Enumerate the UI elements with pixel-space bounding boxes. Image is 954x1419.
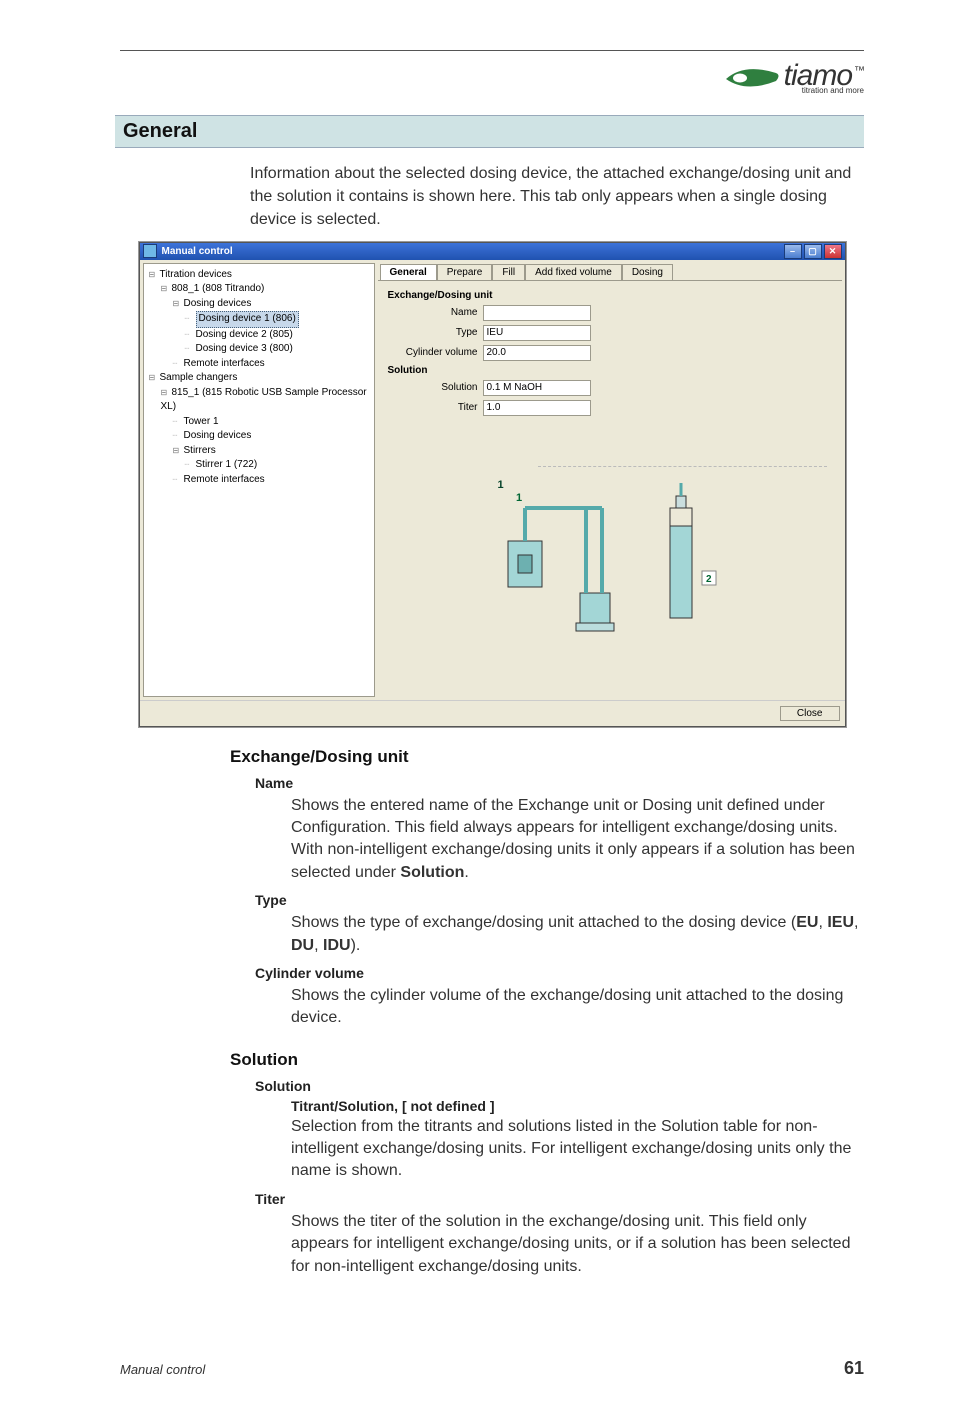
tab-prepare[interactable]: Prepare — [437, 264, 493, 281]
def-solution-sub: Titrant/Solution, [ not defined ] — [291, 1098, 864, 1114]
def-name-body: Shows the entered name of the Exchange u… — [291, 795, 864, 885]
header-rule — [120, 50, 864, 51]
tree-node[interactable]: Dosing devices — [149, 297, 372, 312]
window-titlebar: Manual control – ▢ ✕ — [140, 243, 845, 260]
def-titer-label: Titer — [255, 1191, 864, 1207]
field-cyl-label: Cylinder volume — [388, 347, 483, 358]
tree-node[interactable]: Stirrers — [149, 444, 372, 459]
logo-tm: ™ — [854, 65, 864, 77]
device-tree-panel: Titration devices 808_1 (808 Titrando) D… — [143, 263, 375, 697]
field-name-label: Name — [388, 307, 483, 318]
diagram-label-1: 1 — [498, 479, 504, 491]
window-title: Manual control — [162, 246, 233, 257]
def-solution-label: Solution — [255, 1078, 864, 1094]
maximize-button[interactable]: ▢ — [804, 244, 822, 259]
svg-text:2: 2 — [706, 574, 712, 585]
def-type-label: Type — [255, 892, 864, 908]
footer-page-number: 61 — [844, 1358, 864, 1379]
svg-text:1: 1 — [516, 492, 522, 504]
dosing-diagram: 1 2 — [388, 473, 832, 653]
tab-general[interactable]: General — [380, 264, 437, 281]
field-type-label: Type — [388, 327, 483, 338]
group-solution-title: Solution — [388, 365, 832, 376]
field-solution-label: Solution — [388, 382, 483, 393]
tree-leaf-selected[interactable]: Dosing device 1 (806) — [149, 311, 372, 328]
close-button[interactable]: Close — [780, 706, 840, 721]
def-titer-body: Shows the titer of the solution in the e… — [291, 1211, 864, 1278]
logo-row: tiamo™ titration and more — [120, 61, 864, 97]
solution-heading: Solution — [230, 1050, 864, 1070]
close-window-button[interactable]: ✕ — [824, 244, 842, 259]
tab-fill[interactable]: Fill — [492, 264, 525, 281]
def-cyl-body: Shows the cylinder volume of the exchang… — [291, 985, 864, 1030]
manual-control-window: Manual control – ▢ ✕ Titration devices 8… — [139, 242, 846, 727]
tree-leaf[interactable]: Remote interfaces — [149, 473, 372, 488]
field-cyl-value: 20.0 — [483, 345, 591, 361]
def-solution-body: Selection from the titrants and solution… — [291, 1116, 864, 1183]
tree-leaf[interactable]: Dosing device 3 (800) — [149, 342, 372, 357]
tree-leaf[interactable]: Dosing device 2 (805) — [149, 328, 372, 343]
field-name-value — [483, 305, 591, 321]
def-type-body: Shows the type of exchange/dosing unit a… — [291, 912, 864, 957]
tree-leaf[interactable]: Tower 1 — [149, 415, 372, 430]
footer-section: Manual control — [120, 1362, 205, 1377]
window-icon — [143, 244, 157, 258]
def-name-label: Name — [255, 775, 864, 791]
field-type-value: IEU — [483, 325, 591, 341]
swoosh-icon — [726, 61, 782, 97]
exchange-heading: Exchange/Dosing unit — [230, 747, 864, 767]
section-heading: General — [115, 115, 864, 148]
field-solution-value: 0.1 M NaOH — [483, 380, 591, 396]
intro-paragraph: Information about the selected dosing de… — [250, 162, 864, 232]
tree-leaf[interactable]: Stirrer 1 (722) — [149, 458, 372, 473]
page-footer: Manual control 61 — [120, 1358, 864, 1379]
tab-strip: General Prepare Fill Add fixed volume Do… — [378, 263, 842, 280]
tree-leaf[interactable]: Remote interfaces — [149, 357, 372, 372]
field-titer-label: Titer — [388, 402, 483, 413]
group-exchange-title: Exchange/Dosing unit — [388, 290, 832, 301]
diagram-divider — [538, 466, 827, 467]
tree-node[interactable]: 808_1 (808 Titrando) — [149, 282, 372, 297]
tree-leaf[interactable]: Dosing devices — [149, 429, 372, 444]
tab-dosing[interactable]: Dosing — [622, 264, 673, 281]
tree-node[interactable]: Sample changers — [149, 371, 372, 386]
def-cyl-label: Cylinder volume — [255, 965, 864, 981]
tab-add-fixed-volume[interactable]: Add fixed volume — [525, 264, 622, 281]
tiamo-logo: tiamo™ titration and more — [726, 61, 864, 97]
tree-node[interactable]: Titration devices — [149, 268, 372, 283]
field-titer-value: 1.0 — [483, 400, 591, 416]
tree-node[interactable]: 815_1 (815 Robotic USB Sample Processor … — [149, 386, 372, 415]
minimize-button[interactable]: – — [784, 244, 802, 259]
